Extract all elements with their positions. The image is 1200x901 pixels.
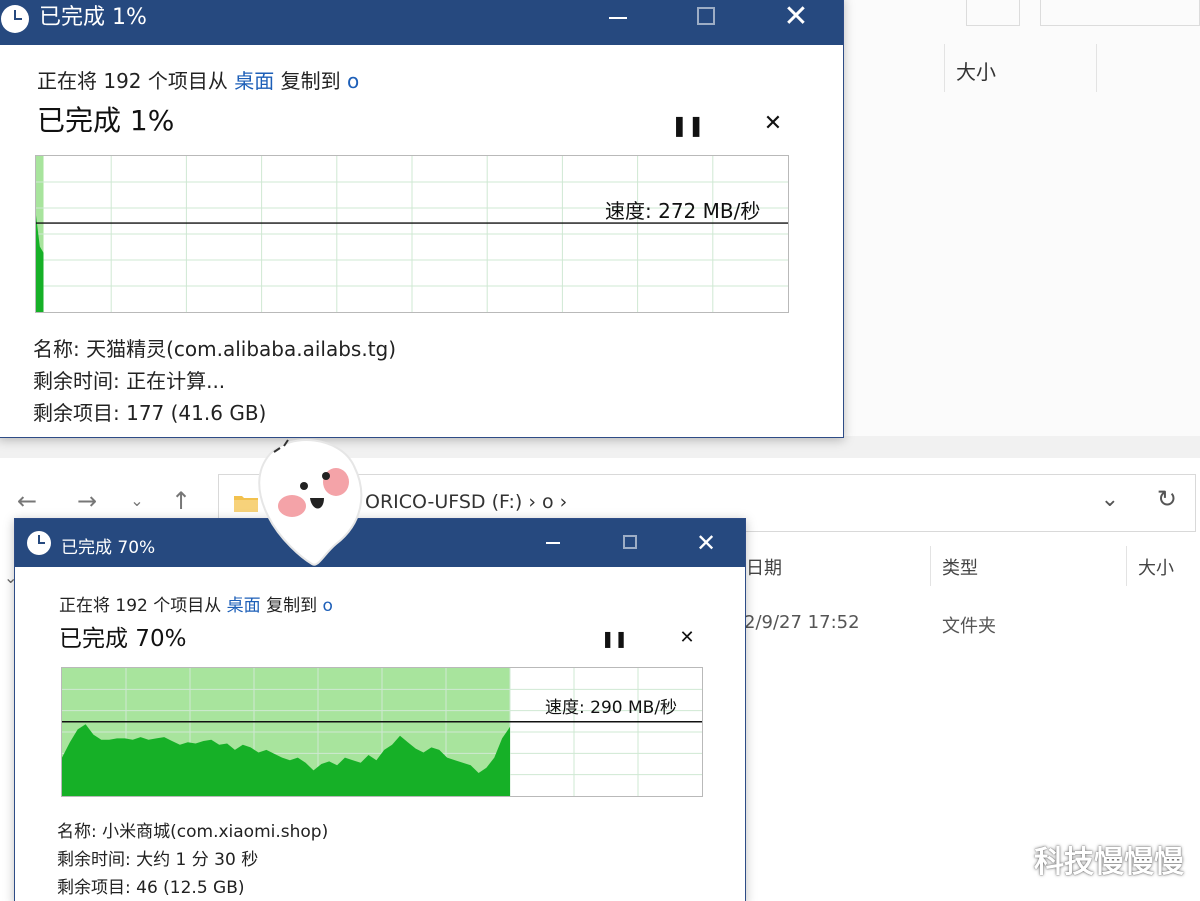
column-header-size[interactable]: 大小: [956, 56, 996, 85]
column-divider: [1126, 546, 1127, 586]
recent-chevron-down-icon[interactable]: ⌄: [122, 486, 152, 516]
minimize-button[interactable]: [603, 3, 633, 33]
source-link[interactable]: 桌面: [234, 69, 274, 93]
stop-button[interactable]: ✕: [759, 111, 787, 136]
row-type[interactable]: 文件夹: [942, 612, 996, 638]
column-header-size[interactable]: 大小: [1138, 554, 1174, 580]
dialog-title-bar[interactable]: 已完成 1% ✕: [0, 0, 843, 45]
percent-complete: 已完成 70%: [59, 626, 187, 652]
clock-icon: [27, 531, 51, 555]
column-divider: [1096, 44, 1097, 92]
column-header-type[interactable]: 类型: [942, 554, 978, 580]
dialog-title: 已完成 70%: [61, 538, 156, 558]
copy-progress-dialog: 已完成 1% ✕ 正在将 192 个项目从 桌面 复制到 o 已完成 1% ❚❚…: [0, 0, 844, 438]
address-path[interactable]: ORICO-UFSD (F:) › o ›: [365, 491, 567, 513]
search-box[interactable]: [1040, 0, 1200, 26]
copy-progress-dialog: 已完成 70% ✕ 正在将 192 个项目从 桌面 复制到 o 已完成 70% …: [14, 518, 746, 901]
column-header-date[interactable]: 日期: [746, 554, 782, 580]
back-arrow-icon[interactable]: ←: [12, 486, 42, 516]
close-button[interactable]: ✕: [781, 0, 811, 37]
current-file-name: 名称: 小米商城(com.xiaomi.shop): [57, 822, 329, 842]
speed-label: 速度: 272 MB/秒: [605, 199, 761, 223]
screenshot-divider: [0, 436, 1200, 460]
close-button[interactable]: ✕: [691, 525, 721, 561]
watermark-text: 科技慢慢慢: [1034, 845, 1184, 880]
current-file-name: 名称: 天猫精灵(com.alibaba.ailabs.tg): [33, 337, 397, 361]
copy-description-middle: 复制到: [260, 596, 323, 616]
percent-complete: 已完成 1%: [37, 104, 175, 137]
source-link[interactable]: 桌面: [227, 596, 261, 616]
pause-button[interactable]: ❚❚: [601, 629, 628, 648]
copy-description-prefix: 正在将 192 个项目从: [37, 69, 235, 93]
pause-button[interactable]: ❚❚: [671, 113, 705, 137]
items-remaining: 剩余项目: 46 (12.5 GB): [57, 878, 245, 898]
speed-label: 速度: 290 MB/秒: [545, 698, 678, 718]
copy-description: 正在将 192 个项目从 桌面 复制到 o: [59, 591, 333, 616]
row-date[interactable]: 2/9/27 17:52: [744, 612, 860, 633]
time-remaining: 剩余时间: 正在计算...: [33, 369, 226, 393]
copy-description-prefix: 正在将 192 个项目从: [59, 596, 227, 616]
minimize-button[interactable]: [539, 529, 567, 557]
maximize-button[interactable]: [623, 535, 637, 549]
column-divider: [944, 44, 945, 92]
column-divider: [930, 546, 931, 586]
time-remaining: 剩余时间: 大约 1 分 30 秒: [57, 850, 259, 870]
transfer-speed-graph: [35, 155, 789, 313]
toolbar-button[interactable]: [966, 0, 1020, 26]
refresh-icon[interactable]: ↻: [1157, 485, 1177, 513]
forward-arrow-icon[interactable]: →: [72, 486, 102, 516]
clock-icon: [1, 5, 29, 33]
destination-link[interactable]: o: [322, 596, 332, 616]
items-remaining: 剩余项目: 177 (41.6 GB): [33, 401, 267, 425]
stop-button[interactable]: ✕: [675, 627, 699, 648]
maximize-button[interactable]: [697, 7, 715, 25]
chevron-down-icon[interactable]: ⌄: [1101, 487, 1119, 512]
speed-graph-svg: [62, 668, 702, 796]
copy-description: 正在将 192 个项目从 桌面 复制到 o: [37, 65, 359, 94]
transfer-speed-graph: [61, 667, 703, 797]
dialog-title-bar[interactable]: 已完成 70% ✕: [15, 519, 745, 567]
destination-link[interactable]: o: [347, 69, 359, 93]
speed-graph-svg: [36, 156, 788, 312]
cartoon-face-sticker: [258, 439, 363, 566]
dialog-title: 已完成 1%: [39, 5, 147, 30]
up-arrow-icon[interactable]: ↑: [166, 486, 196, 516]
copy-description-middle: 复制到: [274, 69, 347, 93]
